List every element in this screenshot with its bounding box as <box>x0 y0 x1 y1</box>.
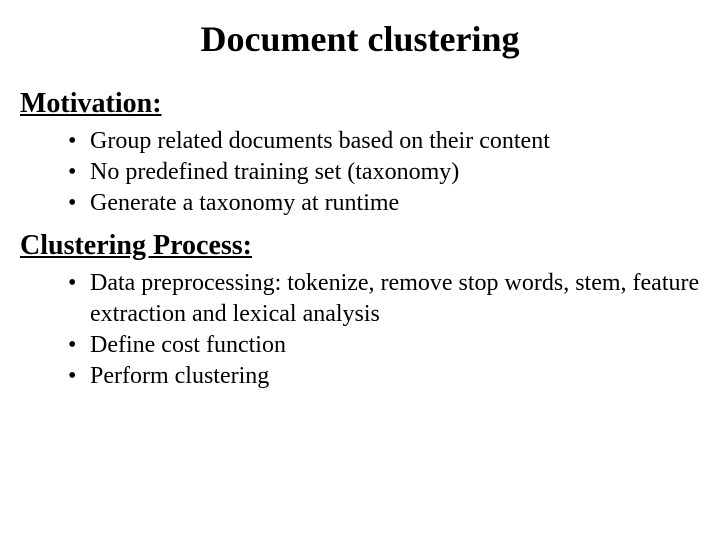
bullet-list-motivation: Group related documents based on their c… <box>68 126 700 220</box>
list-item: Define cost function <box>68 330 700 361</box>
list-item: Perform clustering <box>68 361 700 392</box>
list-item: Group related documents based on their c… <box>68 126 700 157</box>
section-heading-motivation: Motivation: <box>20 88 700 120</box>
slide-title: Document clustering <box>80 18 640 60</box>
bullet-list-clustering-process: Data preprocessing: tokenize, remove sto… <box>68 268 700 393</box>
list-item: Data preprocessing: tokenize, remove sto… <box>68 268 700 330</box>
list-item: No predefined training set (taxonomy) <box>68 157 700 188</box>
section-heading-clustering-process: Clustering Process: <box>20 230 700 262</box>
list-item: Generate a taxonomy at runtime <box>68 188 700 219</box>
